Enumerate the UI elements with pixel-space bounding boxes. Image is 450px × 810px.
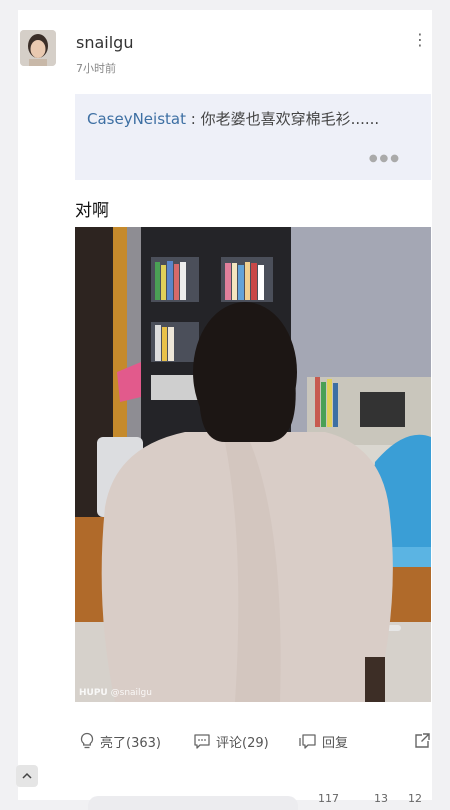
avatar[interactable] <box>20 30 56 66</box>
action-bar: 亮了(363) 评论(29) 回复 <box>75 728 431 754</box>
reply-button[interactable]: 回复 <box>299 728 348 754</box>
quote-text: 你老婆也喜欢穿棉毛衫...... <box>200 110 380 128</box>
photo-watermark: HUPU @snailgu <box>79 688 152 698</box>
post-time: 7小时前 <box>76 62 116 75</box>
reply-input-bar[interactable] <box>88 796 298 810</box>
post-card: snailgu 7小时前 ⋮ CaseyNeistat : 你老婆也喜欢穿棉毛衫… <box>18 10 432 810</box>
light-count: 亮了(363) <box>100 735 161 751</box>
light-button[interactable]: 亮了(363) <box>79 728 161 754</box>
quoted-reply[interactable]: CaseyNeistat : 你老婆也喜欢穿棉毛衫...... ●●● <box>75 94 431 180</box>
quote-expand-icon[interactable]: ●●● <box>369 153 401 164</box>
scroll-to-top-button[interactable] <box>16 765 38 787</box>
reply-label: 回复 <box>322 735 349 751</box>
bottom-count-1: 117 <box>318 792 339 805</box>
bottom-count-2: 13 <box>374 792 388 805</box>
photo-illustration <box>75 227 431 702</box>
comment-button[interactable]: 评论(29) <box>193 728 269 754</box>
post-photo[interactable]: HUPU @snailgu <box>75 227 431 702</box>
reply-icon <box>299 734 316 749</box>
quote-separator: : <box>185 110 201 128</box>
quote-author[interactable]: CaseyNeistat <box>87 110 186 128</box>
quote-line: CaseyNeistat : 你老婆也喜欢穿棉毛衫...... <box>87 108 379 129</box>
share-icon <box>415 733 430 748</box>
lightbulb-icon <box>80 732 94 749</box>
comment-icon <box>194 734 210 749</box>
username[interactable]: snailgu <box>76 33 133 52</box>
more-options-icon[interactable]: ⋮ <box>412 30 428 50</box>
bottom-count-3: 12 <box>408 792 422 805</box>
watermark-user: @snailgu <box>110 688 152 698</box>
post-content: 对啊 <box>75 201 109 221</box>
chevron-up-icon <box>22 772 32 779</box>
share-button[interactable] <box>413 728 431 754</box>
avatar-image <box>20 30 56 66</box>
comment-count: 评论(29) <box>216 735 269 751</box>
watermark-brand: HUPU <box>79 688 108 698</box>
